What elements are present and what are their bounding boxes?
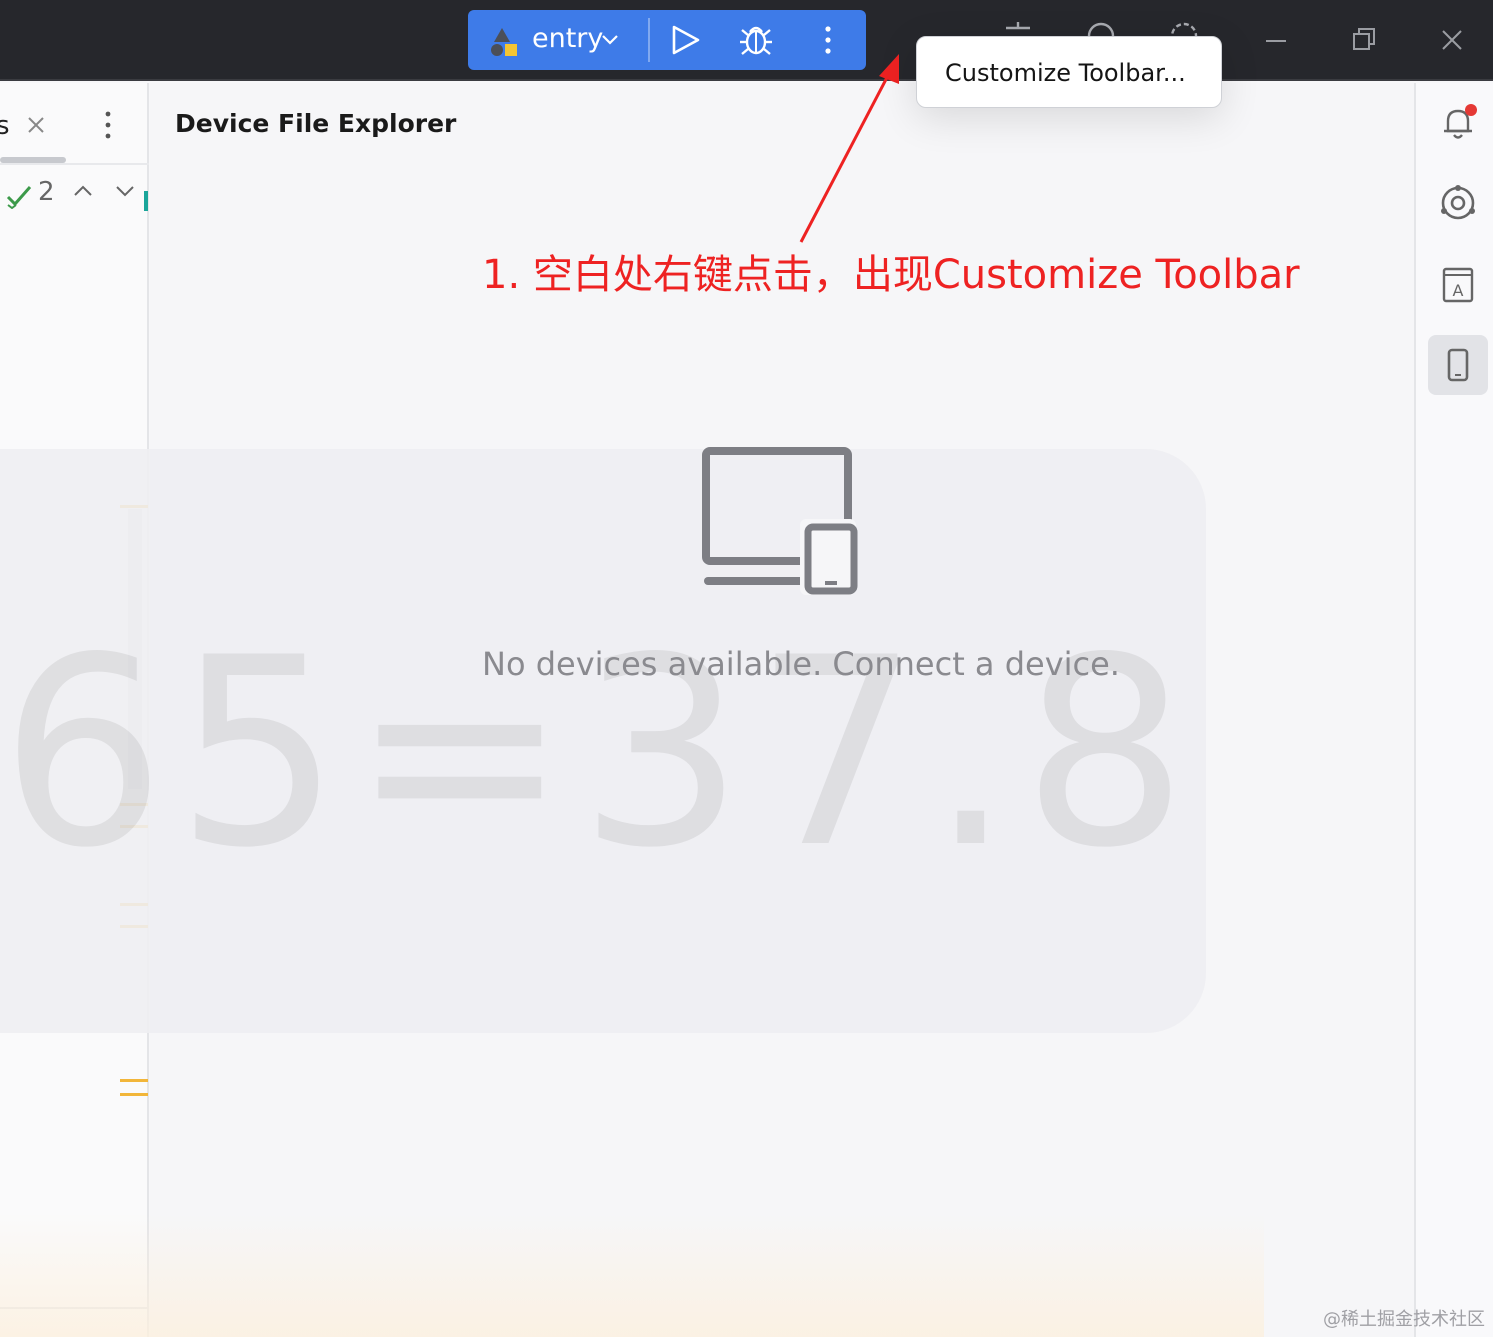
minimize-window-icon[interactable] (1258, 22, 1294, 58)
resource-dictionary-icon[interactable]: A (1438, 263, 1478, 303)
devices-icon (702, 447, 858, 595)
annotation-arrow (799, 54, 899, 243)
run-icon[interactable] (668, 24, 704, 56)
left-tab-label[interactable]: s (0, 111, 10, 141)
chevron-down-icon[interactable] (114, 183, 136, 199)
debug-icon[interactable] (738, 22, 774, 58)
notifications-bell-icon[interactable] (1438, 103, 1478, 143)
more-options-icon[interactable] (98, 109, 118, 141)
annotation-label: 1. 空白处右键点击，出现Customize Toolbar (482, 252, 1300, 298)
background-tint (0, 1213, 1264, 1337)
run-config-label: entry (532, 23, 604, 54)
panel-divider (0, 163, 149, 165)
right-tool-strip: A (1414, 83, 1493, 1337)
panel-title: Device File Explorer (175, 109, 457, 138)
footer-credit: @稀土掘金技术社区 (1323, 1309, 1485, 1330)
empty-state-message: No devices available. Connect a device. (482, 645, 1120, 683)
device-file-explorer-icon[interactable] (1438, 345, 1478, 385)
inspection-count: 2 (38, 177, 55, 207)
device-manager-icon[interactable] (1438, 183, 1478, 223)
chevron-up-icon[interactable] (72, 183, 94, 199)
warning-marker[interactable] (120, 1093, 148, 1096)
run-config-selector[interactable]: entry (468, 10, 648, 70)
restore-window-icon[interactable] (1346, 22, 1382, 58)
customize-toolbar-menu-item[interactable]: Customize Toolbar... (945, 57, 1186, 89)
chevron-down-icon (602, 35, 618, 45)
double-check-icon (6, 186, 32, 209)
status-marker (144, 191, 148, 211)
toolbar-context-menu: Customize Toolbar... (916, 36, 1222, 108)
title-bar: entry (0, 0, 1493, 81)
warning-marker[interactable] (120, 1079, 148, 1082)
module-icon (491, 28, 517, 56)
svg-text:A: A (1453, 281, 1464, 300)
close-window-icon[interactable] (1434, 22, 1470, 58)
close-icon[interactable] (26, 115, 46, 135)
toolbar-separator (648, 18, 650, 62)
ide-window: entry Customize Toolbar... s 2 65=37.8 D… (0, 0, 1493, 1337)
